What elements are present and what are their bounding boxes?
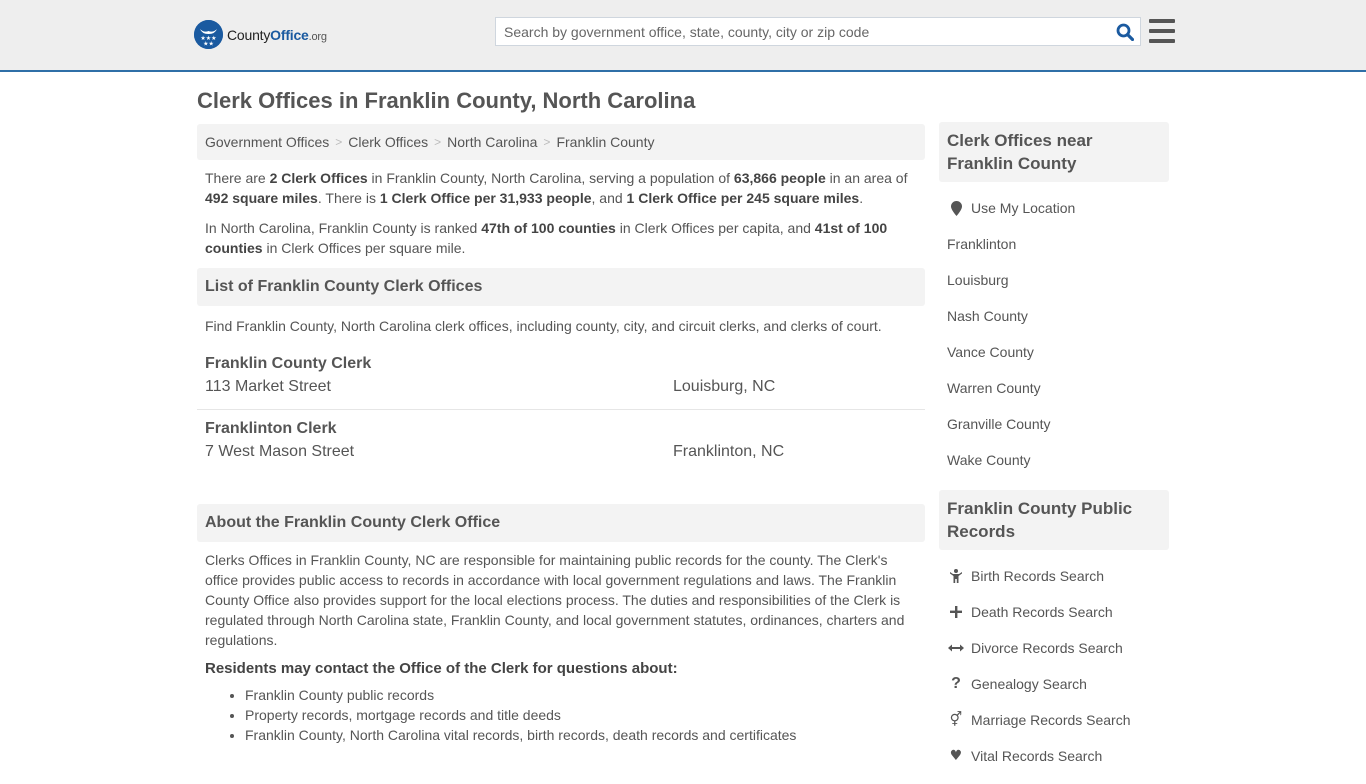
site-header: ★★★ ★★ CountyOffice.org [0, 0, 1366, 72]
text-segment: in an area of [825, 170, 908, 186]
office-address: 113 Market Street [205, 378, 331, 395]
search-input[interactable] [496, 18, 1110, 45]
vital-records-link[interactable]: Vital Records Search [971, 748, 1102, 764]
menu-icon-bar [1149, 29, 1175, 33]
highlighted-stat: 63,866 people [733, 170, 826, 186]
text-segment: . [859, 190, 864, 206]
child-icon [947, 569, 965, 583]
use-my-location-link[interactable]: Use My Location [971, 200, 1075, 216]
nearby-item: Franklinton [947, 226, 1169, 262]
hamburger-menu-button[interactable] [1149, 19, 1175, 43]
about-subheading: Residents may contact the Office of the … [205, 660, 678, 677]
highlighted-stat: 492 square miles [205, 190, 318, 206]
arrows-horizontal-icon [947, 643, 965, 653]
text-segment: , and [591, 190, 627, 206]
nearby-link-louisburg[interactable]: Louisburg [947, 272, 1009, 288]
breadcrumb-franklin-county[interactable]: Franklin County [556, 134, 654, 150]
nearby-item: Warren County [947, 370, 1169, 406]
nearby-item: Wake County [947, 442, 1169, 478]
text-segment: In North Carolina, Franklin County is ra… [205, 220, 482, 236]
breadcrumb-separator: > [335, 135, 343, 149]
about-text: Clerks Offices in Franklin County, NC ar… [205, 552, 905, 648]
public-records-list: Birth Records Search Death Records Searc… [939, 550, 1169, 774]
about-section-heading: About the Franklin County Clerk Office [197, 504, 925, 542]
records-item: ? Genealogy Search [947, 666, 1169, 702]
death-records-link[interactable]: Death Records Search [971, 604, 1113, 620]
about-topic-item: Franklin County, North Carolina vital re… [245, 725, 925, 745]
about-topic-item: Franklin County public records [245, 685, 925, 705]
records-item: Birth Records Search [947, 558, 1169, 594]
nearby-item: Louisburg [947, 262, 1169, 298]
map-marker-icon [947, 200, 965, 216]
intro-rankings: In North Carolina, Franklin County is ra… [205, 218, 917, 258]
logo-text: CountyOffice.org [227, 26, 327, 43]
cross-icon [947, 606, 965, 618]
svg-text:★★: ★★ [203, 41, 214, 48]
highlighted-stat: 1 Clerk Office per 31,933 people [379, 190, 592, 206]
nearby-link-wake-county[interactable]: Wake County [947, 452, 1031, 468]
office-city: Louisburg, NC [673, 378, 776, 395]
nearby-item: Nash County [947, 298, 1169, 334]
main-content: Government Offices > Clerk Offices > Nor… [197, 124, 925, 745]
nearby-offices-heading: Clerk Offices near Franklin County [939, 122, 1169, 182]
marriage-records-link[interactable]: Marriage Records Search [971, 712, 1131, 728]
breadcrumb-clerk-offices[interactable]: Clerk Offices [348, 134, 428, 150]
records-item: ♥ Vital Records Search [947, 738, 1169, 774]
highlighted-stat: 47th of 100 counties [481, 220, 616, 236]
divorce-records-link[interactable]: Divorce Records Search [971, 640, 1123, 656]
nearby-link-nash-county[interactable]: Nash County [947, 308, 1028, 324]
highlighted-stat: 1 Clerk Office per 245 square miles [626, 190, 860, 206]
records-item: Divorce Records Search [947, 630, 1169, 666]
breadcrumb-government-offices[interactable]: Government Offices [205, 134, 329, 150]
breadcrumb-north-carolina[interactable]: North Carolina [447, 134, 537, 150]
nearby-link-warren-county[interactable]: Warren County [947, 380, 1041, 396]
breadcrumb: Government Offices > Clerk Offices > Nor… [197, 124, 925, 160]
nearby-offices-list: Use My Location Franklinton Louisburg Na… [939, 182, 1169, 478]
nearby-item: Granville County [947, 406, 1169, 442]
list-description: Find Franklin County, North Carolina cle… [205, 318, 882, 334]
intro-text: There are 2 Clerk Offices in Franklin Co… [197, 160, 925, 258]
eagle-stars-logo-icon: ★★★ ★★ [194, 20, 223, 49]
text-segment: in Clerk Offices per capita, and [615, 220, 815, 236]
office-list-item: Franklin County Clerk 113 Market Street … [197, 345, 925, 410]
nearby-link-franklinton[interactable]: Franklinton [947, 236, 1016, 252]
page-title: Clerk Offices in Franklin County, North … [197, 88, 696, 113]
use-my-location-item: Use My Location [947, 190, 1169, 226]
menu-icon-bar [1149, 39, 1175, 43]
venus-mars-icon: ⚥ [949, 712, 963, 728]
search-button[interactable] [1110, 18, 1140, 45]
nearby-link-granville-county[interactable]: Granville County [947, 416, 1051, 432]
office-list: Franklin County Clerk 113 Market Street … [197, 345, 925, 475]
intro-statistics: There are 2 Clerk Offices in Franklin Co… [205, 168, 917, 208]
about-topic-item: Property records, mortgage records and t… [245, 705, 925, 725]
search-icon [1116, 23, 1134, 41]
office-name-link[interactable]: Franklin County Clerk [205, 355, 371, 373]
records-item: ⚥ Marriage Records Search [947, 702, 1169, 738]
menu-icon-bar [1149, 19, 1175, 23]
text-segment: There are [205, 170, 270, 186]
records-item: Death Records Search [947, 594, 1169, 630]
office-list-item: Franklinton Clerk 7 West Mason Street Fr… [197, 410, 925, 475]
breadcrumb-separator: > [434, 135, 442, 149]
public-records-heading: Franklin County Public Records [939, 490, 1169, 550]
text-segment: in Clerk Offices per square mile. [262, 240, 466, 256]
sidebar: Clerk Offices near Franklin County Use M… [939, 122, 1169, 784]
highlighted-stat: 2 Clerk Offices [269, 170, 368, 186]
genealogy-search-link[interactable]: Genealogy Search [971, 676, 1087, 692]
office-name-link[interactable]: Franklinton Clerk [205, 420, 337, 438]
about-topics-list: Franklin County public records Property … [197, 677, 925, 745]
office-address: 7 West Mason Street [205, 443, 355, 460]
search-bar [495, 17, 1141, 46]
site-logo[interactable]: ★★★ ★★ CountyOffice.org [194, 20, 327, 49]
breadcrumb-separator: > [543, 135, 551, 149]
list-section-heading: List of Franklin County Clerk Offices [197, 268, 925, 306]
text-segment: . There is [317, 190, 380, 206]
nearby-link-vance-county[interactable]: Vance County [947, 344, 1034, 360]
office-city: Franklinton, NC [673, 443, 785, 460]
birth-records-link[interactable]: Birth Records Search [971, 568, 1104, 584]
text-segment: in Franklin County, North Carolina, serv… [367, 170, 734, 186]
question-icon: ? [951, 675, 961, 692]
nearby-item: Vance County [947, 334, 1169, 370]
heartbeat-icon: ♥ [949, 748, 963, 764]
